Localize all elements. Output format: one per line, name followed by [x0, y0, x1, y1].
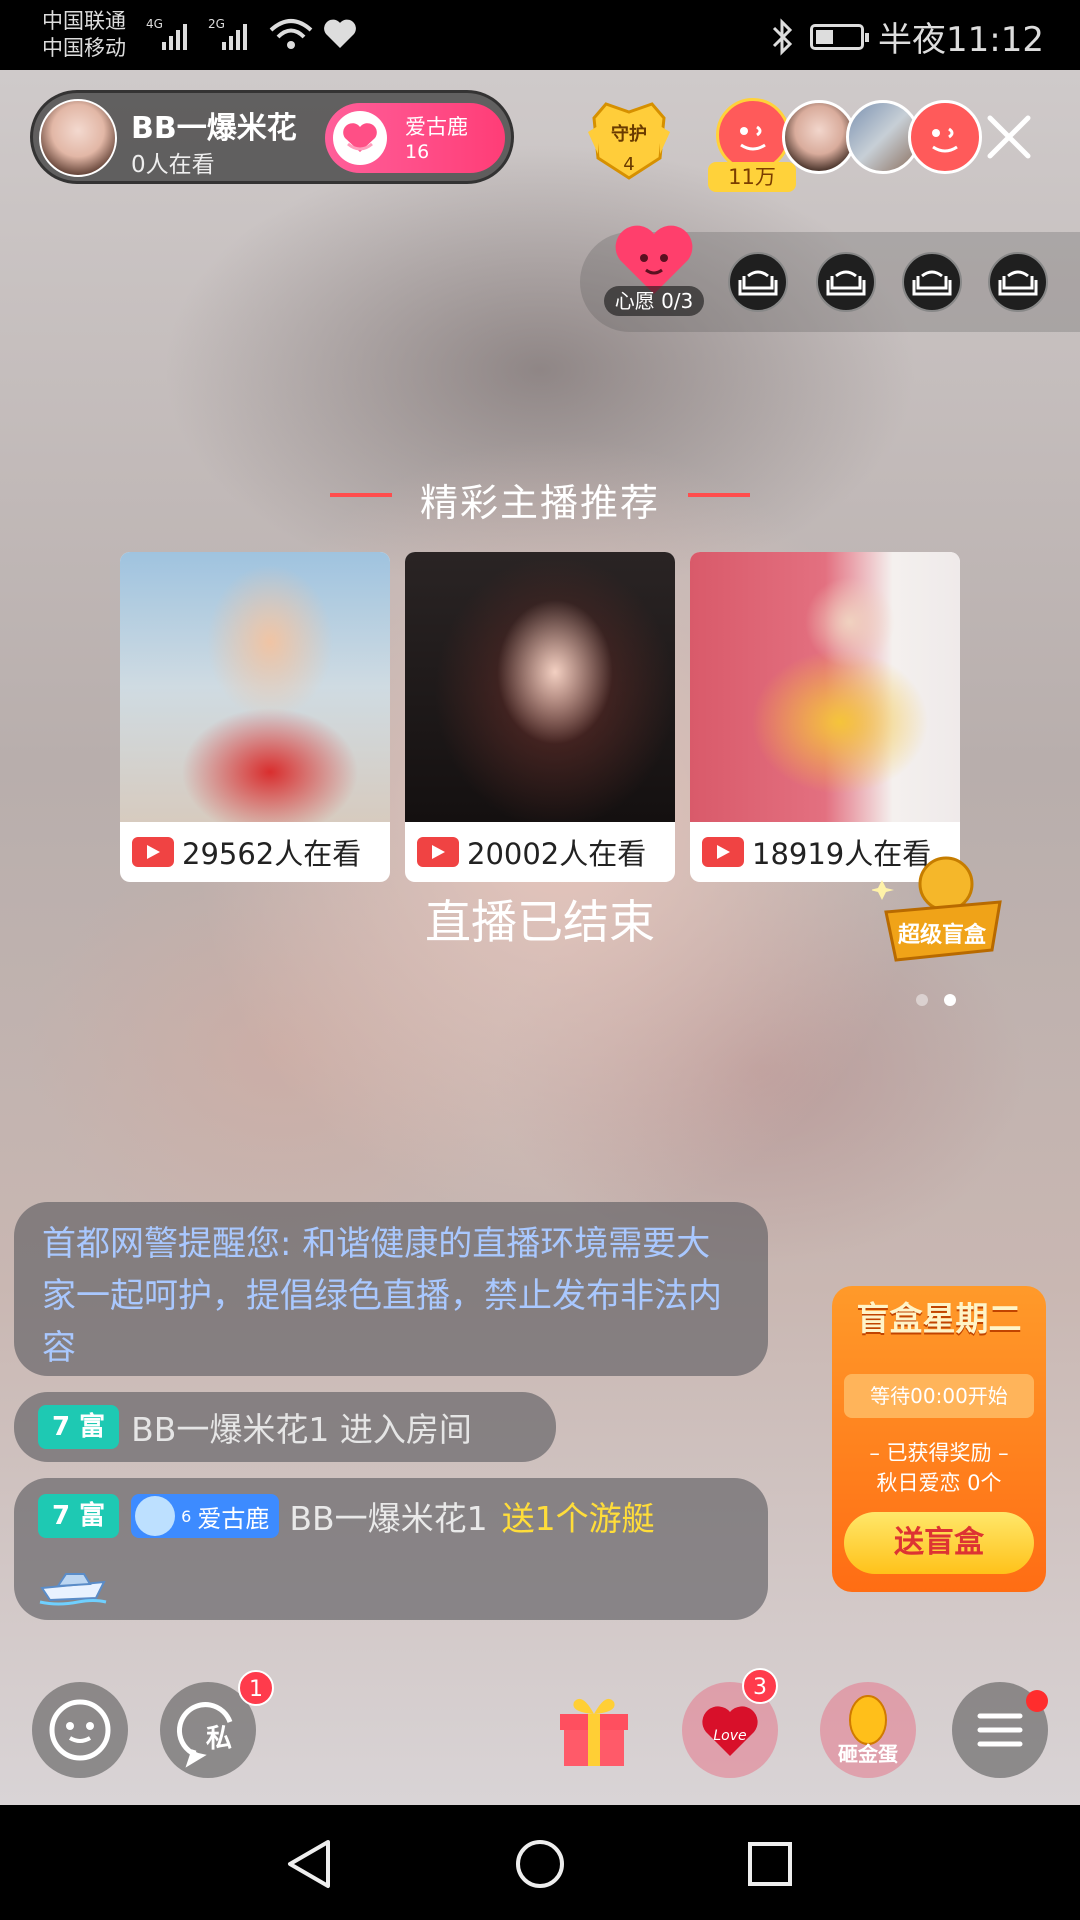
- gift-button[interactable]: [552, 1686, 636, 1770]
- system-nav-bar: [0, 1806, 1080, 1920]
- net-type-2: 2G: [208, 17, 225, 31]
- live-camera-icon: [702, 837, 744, 867]
- wish-label: 心愿 0/3: [604, 286, 704, 316]
- chat-button[interactable]: [32, 1682, 128, 1778]
- signal-icon: 4G 2G: [146, 17, 247, 50]
- close-icon: [987, 115, 1031, 159]
- back-nav-icon[interactable]: [284, 1838, 334, 1890]
- gift-text: 送1个游艇: [501, 1499, 655, 1538]
- watching-count: 29562人在看: [182, 837, 362, 871]
- streamer-info[interactable]: BB一爆米花 0人在看 爱古鹿 16: [30, 90, 514, 184]
- carrier-2: 中国移动: [42, 36, 126, 60]
- fan-club-button[interactable]: 爱古鹿 16: [325, 103, 505, 173]
- reward-value: 秋日爱恋 0个: [876, 1471, 1002, 1495]
- blind-box-wait-time: 等待00:00开始: [844, 1374, 1034, 1418]
- yacht-icon: [39, 1573, 107, 1606]
- streamer-avatar[interactable]: [39, 99, 117, 177]
- smash-golden-egg-button[interactable]: 砸金蛋: [820, 1682, 916, 1778]
- fan-club-count: 16: [405, 141, 430, 163]
- home-nav-icon[interactable]: [514, 1838, 566, 1890]
- private-message-badge: 1: [238, 1670, 274, 1706]
- streamer-photo: [120, 552, 390, 822]
- card-footer: 20002人在看: [405, 822, 675, 882]
- top-fan-avatar-4[interactable]: [908, 100, 982, 174]
- status-right: 半夜11:12: [770, 12, 1044, 61]
- super-blind-box-button[interactable]: 超级盲盒: [870, 850, 1012, 980]
- send-blind-box-button[interactable]: 送盲盒: [844, 1512, 1034, 1574]
- chat-icon: [49, 1699, 111, 1761]
- recents-nav-icon[interactable]: [746, 1840, 794, 1888]
- golden-egg-label: 砸金蛋: [838, 1742, 898, 1766]
- clock: 半夜11:12: [878, 20, 1044, 60]
- top-fan-avatar-1[interactable]: [716, 98, 790, 172]
- love-badge: 3: [742, 1668, 778, 1704]
- recommend-card-1[interactable]: 29562人在看: [120, 552, 390, 882]
- card-footer: 29562人在看: [120, 822, 390, 882]
- page-dot: [916, 994, 928, 1006]
- gift-sender: BB一爆米花1: [289, 1499, 488, 1538]
- net-type-1: 4G: [146, 17, 163, 31]
- more-menu-button[interactable]: [952, 1682, 1048, 1778]
- live-camera-icon: [132, 837, 174, 867]
- carrier-info: 中国联通 中国移动: [42, 8, 126, 62]
- streamer-photo: [405, 552, 675, 822]
- bluetooth-icon: [772, 17, 793, 56]
- enter-room-text: BB一爆米花1 进入房间: [131, 1410, 472, 1449]
- recommend-card-3[interactable]: 18919人在看: [690, 552, 960, 882]
- wifi-icon: [269, 19, 313, 49]
- heart-hands-icon: [333, 111, 387, 165]
- blind-box-reward: – 已获得奖励 – 秋日爱恋 0个: [832, 1438, 1046, 1498]
- gift-box-icon: [560, 1698, 628, 1766]
- system-notice-message: 首都网警提醒您: 和谐健康的直播环境需要大家一起呵护，提倡绿色直播，禁止发布非法…: [14, 1202, 768, 1376]
- blind-box-tuesday-widget[interactable]: 盲盒星期二 等待00:00开始 – 已获得奖励 – 秋日爱恋 0个 送盲盒: [832, 1286, 1046, 1592]
- fan-badge-level: 6: [181, 1506, 192, 1526]
- heart-rate-icon: [324, 19, 356, 48]
- wealth-level-badge: 7 富: [38, 1494, 120, 1538]
- gift-message-row: 7 富 6 爱古鹿 BB一爆米花1 送1个游艇: [38, 1492, 744, 1540]
- love-label: Love: [713, 1728, 746, 1744]
- guard-count: 4: [623, 154, 635, 175]
- wealth-level-badge: 7 富: [38, 1405, 120, 1449]
- streamer-photo: [690, 552, 960, 822]
- close-button[interactable]: [984, 112, 1034, 162]
- guard-badge[interactable]: 守护 4: [584, 98, 674, 184]
- fan-club-label: 爱古鹿: [405, 115, 468, 139]
- fan-heart-icon: [135, 1496, 176, 1536]
- blind-box-title: 盲盒星期二: [856, 1299, 1022, 1338]
- viewer-count: 0人在看: [131, 152, 215, 178]
- seat-slot-4[interactable]: [988, 252, 1048, 312]
- page-dot-active: [944, 994, 956, 1006]
- carrier-1: 中国联通: [42, 9, 126, 33]
- fan-club-badge: 6 爱古鹿: [131, 1494, 280, 1538]
- recommend-card-2[interactable]: 20002人在看: [405, 552, 675, 882]
- gift-message[interactable]: 7 富 6 爱古鹿 BB一爆米花1 送1个游艇: [14, 1478, 768, 1620]
- streamer-name: BB一爆米花: [131, 111, 297, 146]
- live-camera-icon: [417, 837, 459, 867]
- super-blind-box-label: 超级盲盒: [898, 922, 987, 948]
- recommend-title: 精彩主播推荐: [419, 481, 660, 525]
- battery-icon: [810, 23, 870, 50]
- seat-slot-2[interactable]: [816, 252, 876, 312]
- sofa-icon: [998, 270, 1038, 296]
- watching-count: 20002人在看: [467, 837, 647, 871]
- sofa-icon: [738, 270, 778, 296]
- fan-badge-name: 爱古鹿: [197, 1504, 270, 1533]
- reward-label: – 已获得奖励 –: [869, 1441, 1009, 1465]
- seat-slot-3[interactable]: [902, 252, 962, 312]
- battery-fill: [816, 29, 833, 44]
- sofa-icon: [912, 270, 952, 296]
- super-blind-box-icon: 超级盲盒: [870, 856, 1002, 962]
- enter-room-message[interactable]: 7 富 BB一爆米花1 进入房间: [14, 1392, 556, 1462]
- sofa-icon: [826, 270, 866, 296]
- status-bar: 中国联通 中国移动 4G 2G 半夜11:12: [0, 0, 1080, 70]
- guard-label: 守护: [611, 124, 647, 145]
- seat-slot-1[interactable]: [728, 252, 788, 312]
- page-indicator: [916, 994, 956, 1006]
- notification-dot: [1026, 1690, 1048, 1712]
- private-label: 私: [206, 1724, 233, 1754]
- title-decoration-right: [688, 493, 750, 497]
- hot-count-badge: 11万: [708, 162, 796, 192]
